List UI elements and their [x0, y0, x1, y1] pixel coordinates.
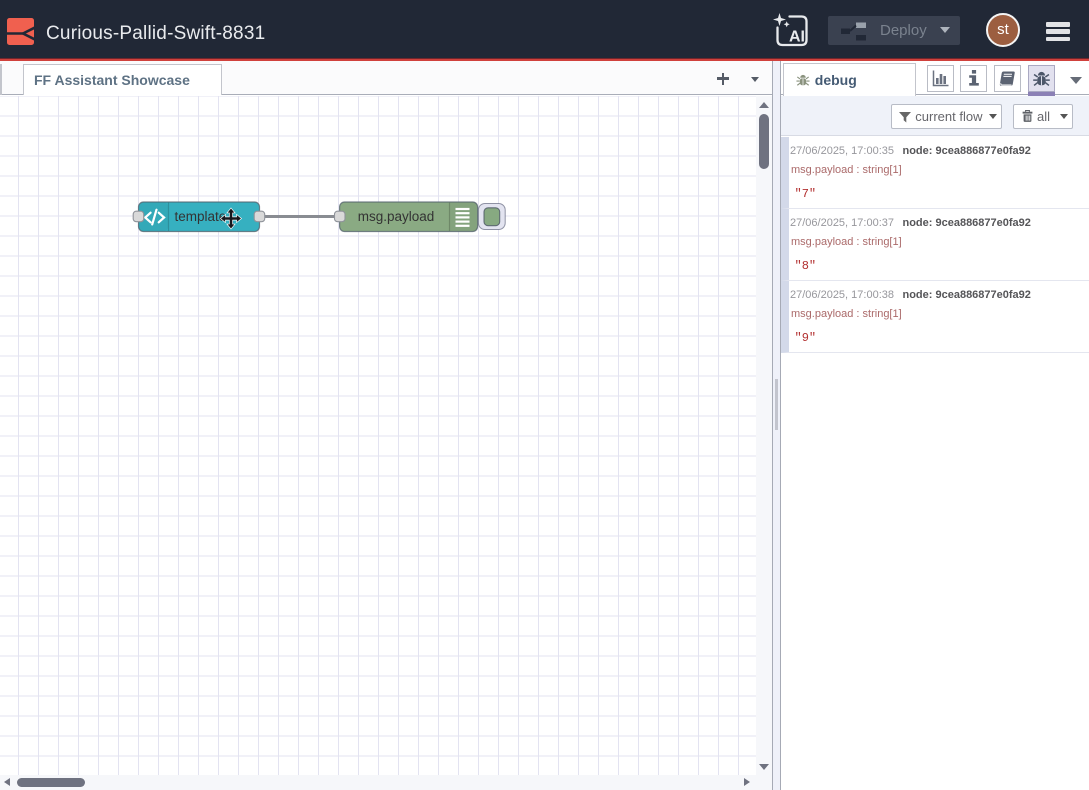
svg-text:template: template [175, 208, 227, 223]
svg-text:AI: AI [789, 29, 805, 46]
svg-text:msg.payload: msg.payload [358, 208, 435, 223]
